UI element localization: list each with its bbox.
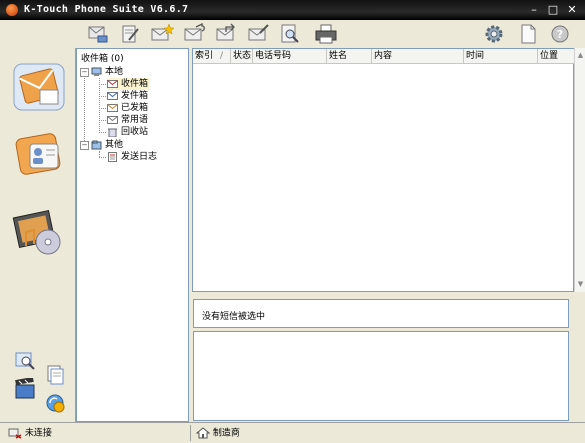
column-location[interactable]: 位置 [538,49,574,63]
forward-icon[interactable] [214,23,238,45]
tree-item-recycle-bin[interactable]: 回收站 [107,126,148,138]
computer-icon [91,67,102,77]
home-icon [195,427,211,439]
tree-item-send-log-label: 发送日志 [121,152,158,162]
message-preview[interactable] [193,331,569,421]
expand-other-toggle[interactable]: − [80,141,89,150]
reply-icon[interactable] [182,22,206,45]
help-icon[interactable]: ? [548,23,572,45]
sent-icon [107,103,118,113]
maximize-button[interactable]: □ [546,3,560,16]
tree-item-recycle-bin-label: 回收站 [121,127,149,137]
message-list[interactable]: 索引 / 状态 电话号码 姓名 内容 时间 位置 [192,48,574,292]
column-status[interactable]: 状态 [231,49,253,63]
files-icon[interactable] [44,364,66,386]
recycle-bin-icon [107,127,118,137]
video-icon[interactable] [14,376,36,400]
sign-icon[interactable] [246,23,270,45]
message-list-header: 索引 / 状态 电话号码 姓名 内容 时间 位置 [193,49,574,64]
tree-node-local-label: 本地 [105,67,124,77]
tree-item-send-log[interactable]: 发送日志 [107,151,157,163]
tree-item-outbox[interactable]: 发件箱 [107,90,148,102]
search-icon[interactable] [14,350,36,372]
main-window: K-Touch Phone Suite V6.6.7 – □ ✕ ? 收件箱 (… [0,0,585,443]
column-phone-number[interactable]: 电话号码 [253,49,327,63]
disconnected-icon [8,428,22,439]
phrases-icon [107,115,118,125]
column-name[interactable]: 姓名 [327,49,372,63]
folder-icon [91,140,102,150]
folder-tree: 收件箱 (0) − 本地 收件箱 发件箱 已发箱 常用语 回收站 − 其他 发送… [76,48,189,422]
message-list-scrollbar[interactable]: ▲ ▼ [574,48,585,292]
column-index[interactable]: 索引 / [193,49,231,63]
title-bar[interactable]: K-Touch Phone Suite V6.6.7 – □ ✕ [0,0,585,20]
tree-node-other[interactable]: 其他 [91,139,123,151]
outbox-icon [107,91,118,101]
window-title: K-Touch Phone Suite V6.6.7 [24,4,189,15]
tree-item-outbox-label: 发件箱 [121,91,149,101]
app-logo-icon [6,4,18,16]
print-icon[interactable] [314,23,338,45]
scroll-down-arrow[interactable]: ▼ [576,280,585,289]
find-icon[interactable] [278,23,302,45]
message-status-panel: 没有短信被选中 [193,299,569,328]
settings-icon[interactable] [482,23,506,45]
close-button[interactable]: ✕ [565,3,579,16]
sort-indicator: / [220,51,224,61]
connection-status: 未连接 [8,427,52,439]
read-icon[interactable] [86,23,110,45]
document-icon[interactable] [516,23,540,45]
manufacturer-status: 制造商 [195,427,240,439]
new-message-icon[interactable] [150,23,175,45]
tree-item-inbox-label: 收件箱 [121,79,149,89]
manufacturer-label: 制造商 [212,428,240,439]
tree-item-phrases[interactable]: 常用语 [107,114,148,126]
edit-icon[interactable] [118,23,142,45]
update-icon[interactable] [44,392,66,414]
tree-node-local[interactable]: 本地 [91,66,123,78]
minimize-button[interactable]: – [527,3,541,16]
tree-item-inbox[interactable]: 收件箱 [107,78,151,90]
messages-icon[interactable] [12,62,66,112]
expand-local-toggle[interactable]: − [80,68,89,77]
media-icon[interactable] [12,208,66,258]
log-icon [107,151,118,162]
tree-item-phrases-label: 常用语 [121,115,149,125]
inbox-icon [107,79,118,89]
status-bar: 未连接 制造商 [0,422,585,443]
no-message-selected-text: 没有短信被选中 [202,312,266,322]
navigation-bar [0,48,76,422]
toolbar: ? [76,20,585,48]
tree-header: 收件箱 (0) [81,54,124,64]
connection-status-label: 未连接 [24,428,52,439]
column-time[interactable]: 时间 [464,49,538,63]
tree-item-sent-label: 已发箱 [121,103,149,113]
tree-item-sent[interactable]: 已发箱 [107,102,148,114]
contacts-icon[interactable] [12,130,66,180]
scroll-up-arrow[interactable]: ▲ [576,51,585,60]
svg-text:?: ? [557,28,563,41]
column-content[interactable]: 内容 [372,49,464,63]
tree-node-other-label: 其他 [105,140,124,150]
